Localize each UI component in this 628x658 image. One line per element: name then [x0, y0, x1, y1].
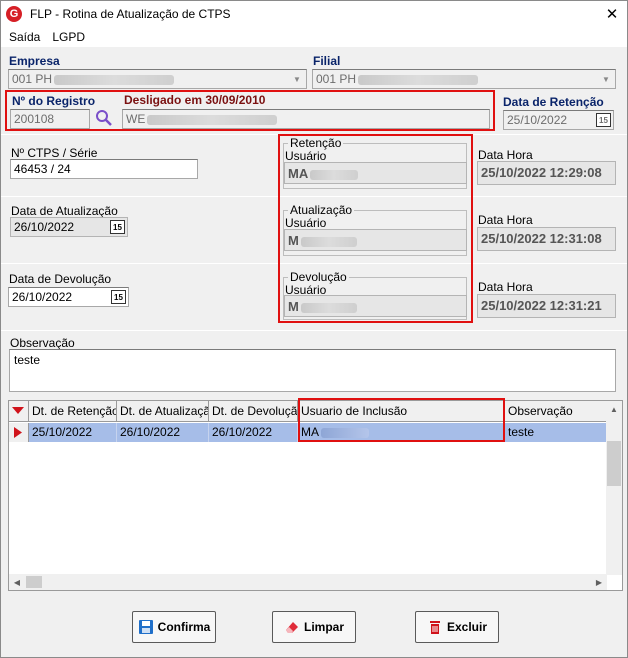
grid-horizontal-scrollbar[interactable]: ◀ ▶ [9, 574, 607, 590]
window-title: FLP - Rotina de Atualização de CTPS [30, 7, 231, 21]
retencao-datahora-label: Data Hora [478, 148, 533, 162]
main-window: G FLP - Rotina de Atualização de CTPS ✕ … [0, 0, 628, 658]
usuario-inclusao-highlight [298, 398, 505, 442]
limpar-label: Limpar [303, 620, 344, 634]
close-icon[interactable]: ✕ [597, 1, 627, 27]
excluir-button[interactable]: Excluir [415, 611, 499, 643]
app-logo-icon: G [6, 6, 22, 22]
observacao-textarea[interactable]: teste [9, 349, 616, 392]
confirma-button[interactable]: Confirma [132, 611, 216, 643]
col-dt-devolucao[interactable]: Dt. de Devolução [209, 401, 298, 422]
data-retencao-value: 25/10/2022 [507, 113, 568, 127]
title-bar: G FLP - Rotina de Atualização de CTPS ✕ [1, 1, 627, 27]
filial-label: Filial [313, 54, 341, 68]
usuarios-highlight [278, 134, 473, 323]
calendar-icon[interactable]: 15 [596, 113, 611, 127]
col-dt-retencao[interactable]: Dt. de Retenção [29, 401, 117, 422]
filial-redacted [358, 74, 479, 85]
grid-indicator-header[interactable] [9, 401, 29, 422]
registro-input[interactable]: 200108 [10, 109, 90, 129]
excluir-label: Excluir [446, 620, 488, 634]
devolucao-datahora-field: 25/10/2022 12:31:21 [477, 294, 616, 318]
row-indicator [9, 423, 29, 442]
data-devolucao-value: 26/10/2022 [12, 290, 73, 304]
cell-observacao[interactable]: teste [505, 423, 607, 442]
divider [1, 330, 627, 331]
ctps-label: Nº CTPS / Série [11, 146, 98, 160]
atualizacao-datahora-label: Data Hora [478, 213, 533, 227]
scroll-left-icon[interactable]: ◀ [9, 574, 25, 590]
cell-dt-atualizacao[interactable]: 26/10/2022 [117, 423, 209, 442]
devolucao-datahora-label: Data Hora [478, 280, 533, 294]
grid-vertical-scrollbar[interactable]: ▲ [606, 401, 622, 575]
ctps-input[interactable]: 46453 / 24 [10, 159, 198, 179]
data-devolucao-input[interactable]: 26/10/2022 15 [8, 287, 129, 307]
scroll-up-icon[interactable]: ▲ [606, 401, 622, 417]
scroll-right-icon[interactable]: ▶ [591, 574, 607, 590]
empresa-value: 001 PH [12, 72, 53, 86]
cell-dt-devolucao[interactable]: 26/10/2022 [209, 423, 298, 442]
search-icon[interactable] [95, 109, 113, 127]
chevron-down-icon[interactable]: ▼ [289, 71, 305, 87]
col-observacao[interactable]: Observação [505, 401, 607, 422]
calendar-icon[interactable]: 15 [110, 220, 125, 234]
confirma-label: Confirma [157, 620, 211, 634]
trash-icon [429, 621, 440, 634]
save-icon [138, 620, 153, 634]
data-devolucao-label: Data de Devolução [9, 272, 112, 286]
menu-item-lgpd[interactable]: LGPD [46, 30, 91, 44]
current-row-icon [14, 427, 22, 438]
sort-down-icon[interactable] [12, 407, 24, 417]
nome-redacted [147, 114, 278, 125]
registro-label: Nº do Registro [12, 94, 96, 108]
menu-bar: Saída LGPD [1, 27, 627, 47]
empresa-redacted [54, 74, 175, 85]
empresa-select[interactable]: 001 PH ▼ [8, 69, 307, 89]
observacao-label: Observação [10, 336, 75, 350]
nome-field: WE [122, 109, 490, 129]
filial-value: 001 PH [316, 72, 357, 86]
limpar-button[interactable]: Limpar [272, 611, 356, 643]
eraser-icon [285, 622, 298, 633]
filial-select[interactable]: 001 PH ▼ [312, 69, 616, 89]
nome-value: WE [126, 112, 146, 126]
retencao-datahora-field: 25/10/2022 12:29:08 [477, 161, 616, 185]
data-atualizacao-input[interactable]: 26/10/2022 15 [10, 217, 128, 237]
data-retencao-label: Data de Retenção [503, 95, 604, 109]
data-atualizacao-label: Data de Atualização [11, 204, 118, 218]
data-retencao-input[interactable]: 25/10/2022 15 [503, 110, 614, 130]
col-dt-atualizacao[interactable]: Dt. de Atualização [117, 401, 209, 422]
data-atualizacao-value: 26/10/2022 [14, 220, 75, 234]
calendar-icon[interactable]: 15 [111, 290, 126, 304]
desligado-label: Desligado em 30/09/2010 [124, 93, 266, 107]
cell-dt-retencao[interactable]: 25/10/2022 [29, 423, 117, 442]
menu-item-saida[interactable]: Saída [1, 30, 46, 44]
scroll-thumb[interactable] [607, 441, 621, 486]
empresa-label: Empresa [9, 54, 60, 68]
scroll-thumb[interactable] [26, 576, 42, 588]
atualizacao-datahora-field: 25/10/2022 12:31:08 [477, 227, 616, 251]
chevron-down-icon[interactable]: ▼ [598, 71, 614, 87]
